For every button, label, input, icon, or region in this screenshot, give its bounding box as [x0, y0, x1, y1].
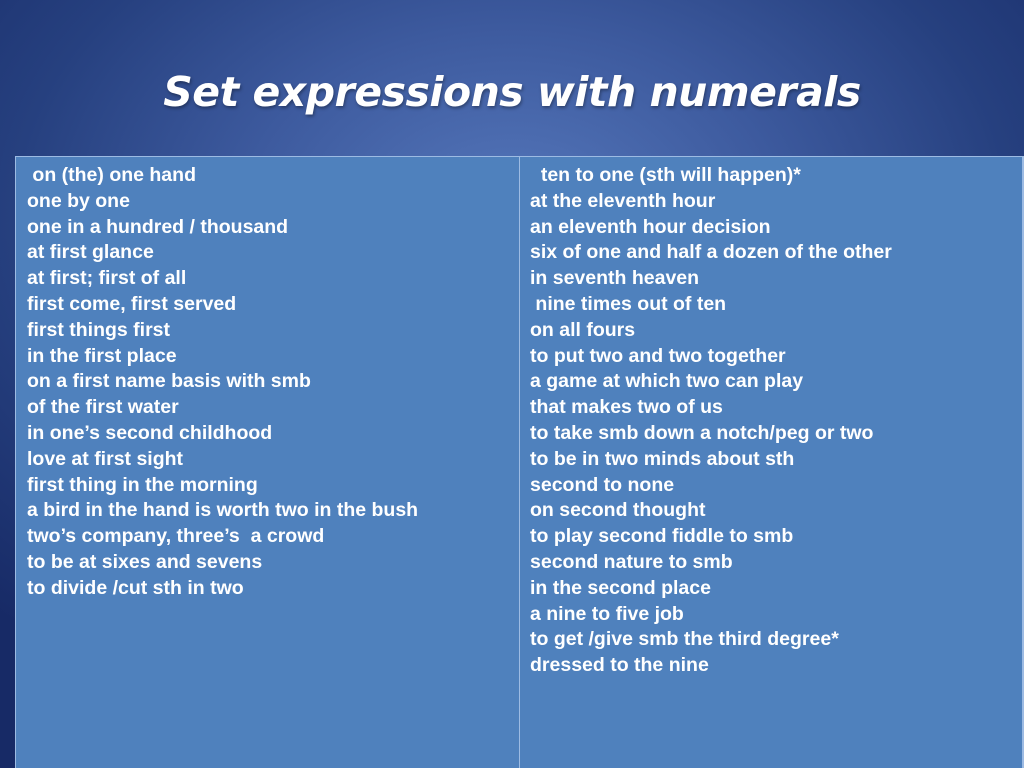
expression-item: in seventh heaven — [530, 267, 700, 290]
expression-item: to be in two minds about sth — [530, 447, 795, 470]
expression-item: in one’s second childhood — [27, 421, 273, 444]
expression-item: to take smb down a notch/peg or two — [530, 421, 874, 444]
expression-item: nine times out of ten — [530, 292, 727, 315]
expression-item: six of one and half a dozen of the other — [530, 241, 892, 264]
expression-item: that makes two of us — [530, 396, 723, 419]
expression-item: to get /give smb the third degree* — [530, 628, 839, 651]
expression-item: to put two and two together — [530, 344, 786, 367]
expression-item: on (the) one hand — [27, 164, 196, 186]
expression-item: on all fours — [530, 318, 636, 341]
expression-item: at the eleventh hour — [530, 189, 716, 212]
expression-item: on second thought — [530, 499, 706, 522]
expression-item: an eleventh hour decision — [530, 215, 771, 238]
expression-item: one by one — [27, 189, 130, 212]
expression-item: love at first sight — [27, 447, 184, 470]
expression-item: to be at sixes and sevens — [27, 550, 263, 573]
expression-item: dressed to the nine — [530, 654, 709, 677]
expression-item: of the first water — [27, 396, 179, 419]
table-column-right: ten to one (sth will happen)* at the elev… — [520, 157, 1024, 768]
expression-item: second nature to smb — [530, 550, 733, 573]
expression-item: in the second place — [530, 576, 711, 599]
expression-item: one in a hundred / thousand — [27, 215, 289, 238]
expression-item: first things first — [27, 318, 171, 341]
expression-item: in the first place — [27, 344, 177, 367]
expression-item: to play second fiddle to smb — [530, 525, 794, 548]
expression-item: first come, first served — [27, 292, 237, 315]
expression-item: second to none — [530, 473, 675, 496]
slide-title: Set expressions with numerals — [163, 68, 861, 116]
expression-item: at first; first of all — [27, 267, 187, 290]
expression-item: at first glance — [27, 241, 154, 264]
expression-item: two’s company, three’s a crowd — [27, 525, 325, 548]
table-column-left: on (the) one hand one by one one in a hund… — [16, 157, 520, 768]
expressions-table: on (the) one hand one by one one in a hund… — [15, 156, 1024, 768]
expression-item: ten to one (sth will happen)* — [530, 164, 801, 186]
expression-item: on a first name basis with smb — [27, 370, 311, 393]
expression-item: first thing in the morning — [27, 473, 258, 496]
expression-item: a game at which two can play — [530, 370, 804, 393]
expression-item: a bird in the hand is worth two in the b… — [27, 499, 419, 522]
expression-item: to divide /cut sth in two — [27, 576, 244, 599]
expression-item: a nine to five job — [530, 602, 684, 625]
